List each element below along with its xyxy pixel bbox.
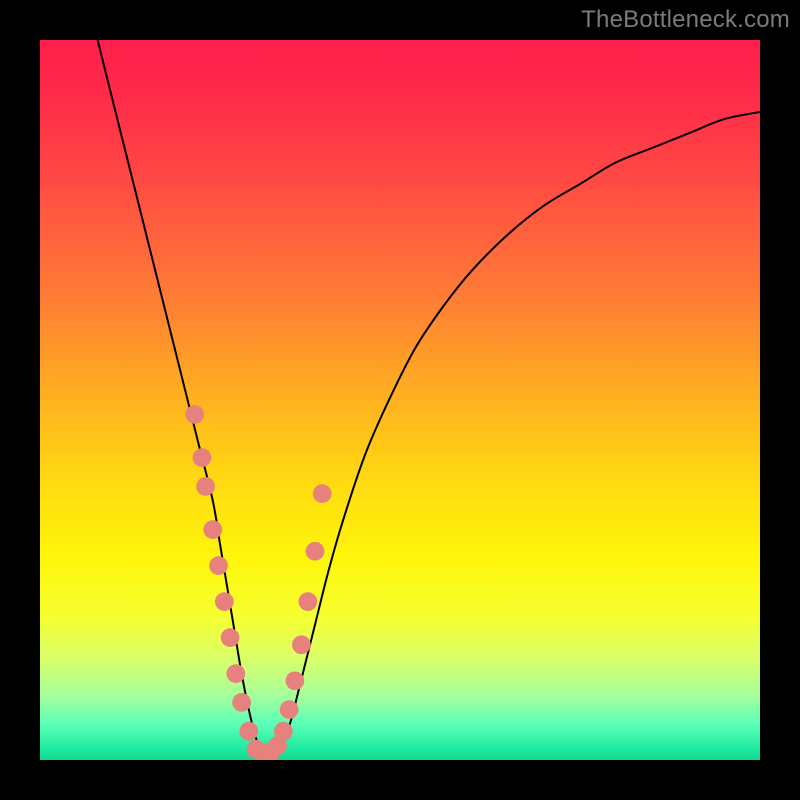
highlight-dot [280, 700, 299, 719]
highlight-dot [298, 592, 317, 611]
chart-frame: TheBottleneck.com [0, 0, 800, 800]
watermark-text: TheBottleneck.com [581, 6, 790, 34]
highlight-dot [239, 722, 258, 741]
highlight-dot [292, 635, 311, 654]
highlight-dot [286, 671, 305, 690]
curve-layer [40, 40, 760, 760]
highlight-dot [196, 477, 215, 496]
plot-area [40, 40, 760, 760]
highlight-dot [306, 542, 325, 561]
highlight-dot [221, 628, 240, 647]
highlight-dot [313, 484, 332, 503]
dot-cluster [185, 405, 331, 760]
highlight-dot [193, 448, 212, 467]
highlight-dot [209, 556, 228, 575]
highlight-dot [215, 592, 234, 611]
highlight-dot [274, 722, 293, 741]
highlight-dot [232, 693, 251, 712]
highlight-dot [226, 664, 245, 683]
highlight-dot [185, 405, 204, 424]
bottleneck-curve [98, 40, 760, 760]
highlight-dot [203, 520, 222, 539]
